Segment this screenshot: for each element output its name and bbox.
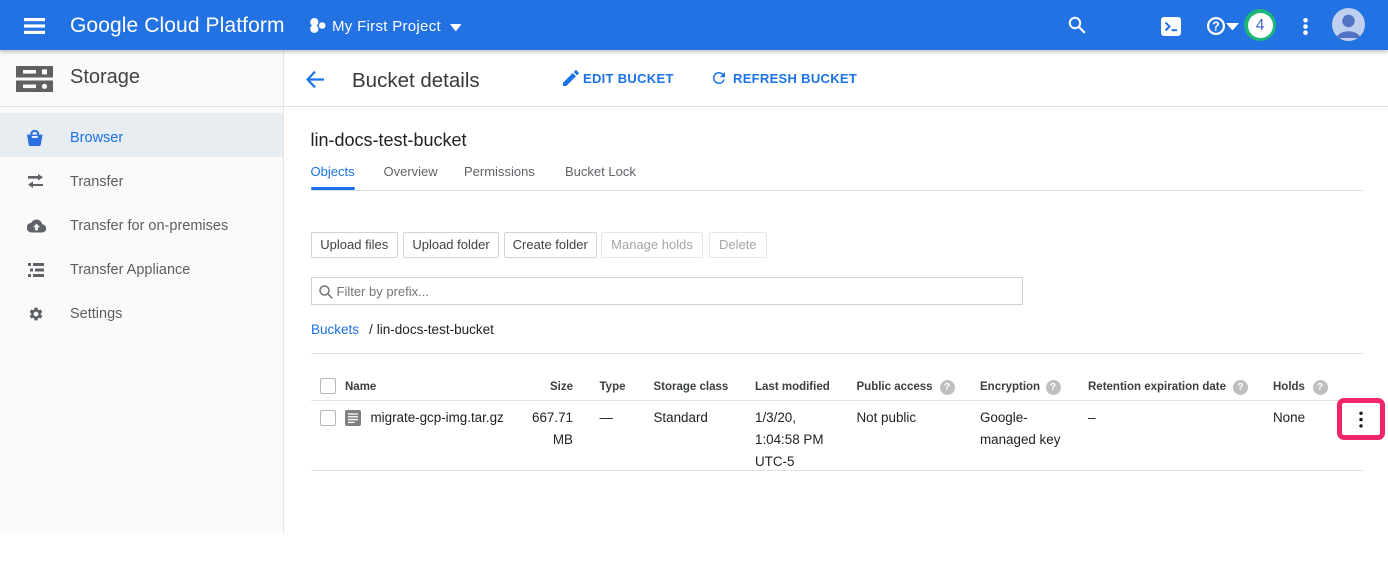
svg-text:?: ? (1212, 19, 1220, 33)
